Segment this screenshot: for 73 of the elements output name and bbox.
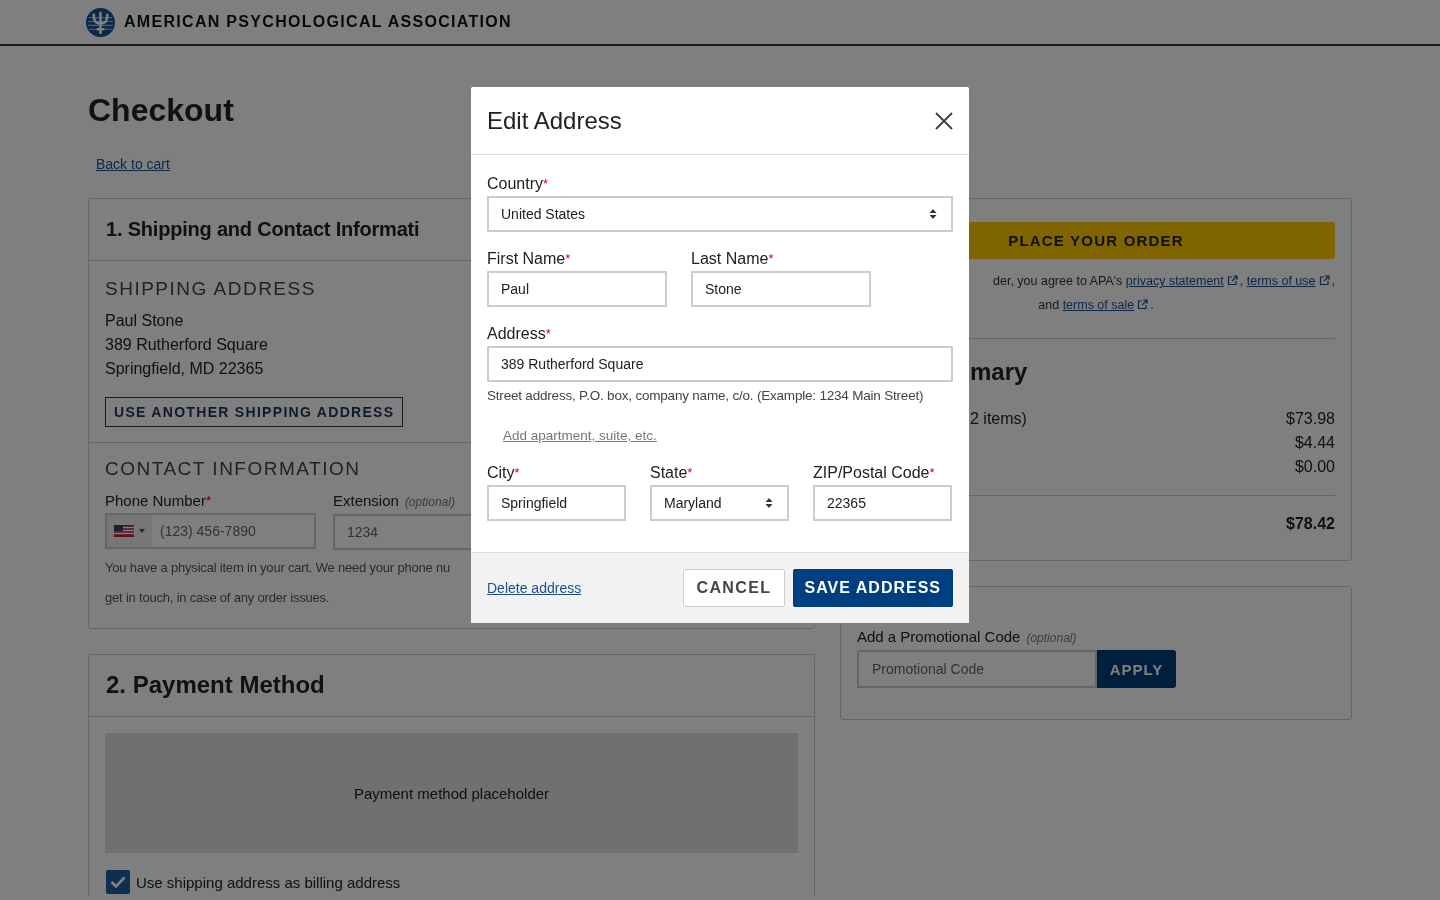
help-text: You have a physical item in your cart. We need your phone nu (105, 559, 450, 577)
use-another-address-button[interactable]: USE ANOTHER SHIPPING ADDRESS (105, 397, 404, 427)
add-apartment-link[interactable]: Add apartment, suite, etc. (503, 426, 657, 446)
field-label: Extension (333, 492, 399, 509)
cancel-button[interactable]: CANCEL (683, 569, 785, 607)
required-mark: * (543, 176, 549, 191)
required-mark: * (687, 465, 693, 480)
field-label: Last Name (691, 250, 769, 267)
text-field[interactable]: 22365 (813, 485, 952, 521)
optional-note: (optional) (404, 495, 455, 509)
logo-icon (86, 7, 115, 37)
address-line: Springfield, MD 22365 (105, 359, 264, 379)
flag-icon (114, 525, 134, 537)
promo-code-field[interactable]: Promotional Code (857, 650, 1097, 688)
dialog-title: Edit Address (487, 106, 622, 135)
checkbox-label: Use shipping address as billing address (136, 873, 401, 891)
optional-note: (optional) (1026, 631, 1077, 645)
summary-amount: $0.00 (1294, 457, 1335, 477)
legal-link[interactable]: terms of use (1246, 274, 1316, 288)
select-field[interactable]: Maryland (650, 485, 789, 521)
country-code-picker[interactable] (107, 515, 152, 547)
external-link-icon (1318, 275, 1330, 286)
checkbox[interactable] (106, 870, 130, 894)
apply-button[interactable]: APPLY (1097, 650, 1176, 688)
section-title: 1. Shipping and Contact Informati (106, 217, 420, 242)
legal-link[interactable]: privacy statement (1125, 274, 1224, 288)
section-title: 2. Payment Method (106, 670, 326, 700)
checkmark-icon (110, 876, 126, 888)
legal-link[interactable]: terms of sale (1062, 298, 1135, 312)
select-arrows-icon (929, 208, 937, 220)
section-heading: SHIPPING ADDRESS (105, 277, 316, 301)
save-address-button[interactable]: SAVE ADDRESS (792, 569, 953, 607)
close-icon (935, 111, 953, 130)
field-label: ZIP/Postal Code (813, 464, 930, 481)
summary-label: 2 items) (970, 409, 1027, 429)
select-field[interactable]: United States (487, 196, 953, 232)
field-label: State (650, 464, 688, 481)
caret-icon (139, 529, 145, 533)
total-amount: $78.42 (1286, 514, 1335, 534)
field-label: Country (487, 175, 544, 192)
section-heading: CONTACT INFORMATION (105, 457, 361, 481)
delete-address-link[interactable]: Delete address (487, 580, 582, 596)
help-text: Street address, P.O. box, company name, c/o. (Example: 1234 Main Street) (487, 387, 925, 405)
text-field[interactable]: Springfield (487, 485, 626, 521)
address-line: 389 Rutherford Square (105, 335, 268, 355)
required-mark: * (565, 251, 571, 266)
field-label: First Name (487, 250, 566, 267)
required-mark: * (545, 326, 551, 341)
required-mark: * (768, 251, 774, 266)
required-mark: * (514, 465, 520, 480)
text-field[interactable]: Stone (691, 271, 871, 307)
summary-heading: mary (970, 357, 1028, 387)
summary-amount: $4.44 (1294, 433, 1335, 453)
field-label: Phone Number (105, 492, 206, 509)
external-link-icon (1226, 275, 1238, 286)
phone-field[interactable]: (123) 456-7890 (105, 513, 316, 549)
text-field[interactable]: Paul (487, 271, 667, 307)
external-link-icon (1137, 299, 1149, 310)
close-button[interactable] (933, 109, 955, 132)
field-label: City (487, 464, 515, 481)
back-to-cart-link[interactable]: Back to cart (96, 154, 170, 174)
summary-amount: $73.98 (1286, 409, 1335, 429)
organization-name: AMERICAN PSYCHOLOGICAL ASSOCIATION (124, 13, 512, 31)
field-label: Add a Promotional Code (857, 628, 1021, 645)
field-label: Address (487, 325, 546, 342)
placeholder-text: Payment method placeholder (353, 784, 550, 802)
required-mark: * (929, 465, 935, 480)
required-mark: * (205, 493, 211, 508)
page-title: Checkout (88, 91, 234, 130)
select-arrows-icon (765, 497, 773, 509)
text-field[interactable]: 389 Rutherford Square (487, 346, 953, 382)
address-line: Paul Stone (105, 311, 184, 331)
help-text: get in touch, in case of any order issues. (105, 589, 330, 607)
